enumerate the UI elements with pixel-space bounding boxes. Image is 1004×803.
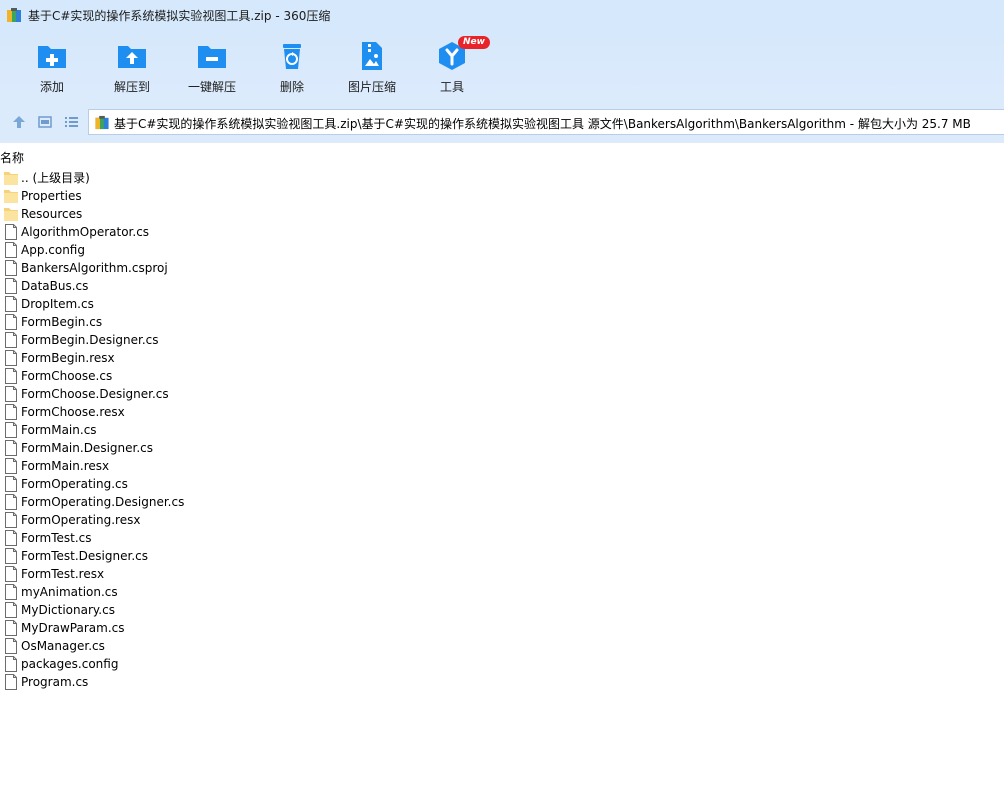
- file-icon: [4, 530, 18, 546]
- add-folder-icon: [38, 46, 66, 68]
- file-name: BankersAlgorithm.csproj: [21, 261, 168, 275]
- file-icon: [4, 260, 18, 276]
- file-icon: [4, 440, 18, 456]
- file-icon: [4, 656, 18, 672]
- window-title: 基于C#实现的操作系统模拟实验视图工具.zip - 360压缩: [28, 9, 331, 23]
- file-name: FormMain.resx: [21, 459, 110, 473]
- file-icon: [4, 422, 18, 438]
- quick-extract-label: 一键解压: [187, 80, 236, 94]
- archive-icon: [95, 115, 109, 130]
- file-name: OsManager.cs: [21, 639, 105, 653]
- title-bar: 基于C#实现的操作系统模拟实验视图工具.zip - 360压缩: [0, 0, 1004, 30]
- extract-to-icon: [118, 46, 146, 68]
- file-name: Program.cs: [21, 675, 89, 689]
- file-name: .. (上级目录): [21, 171, 90, 185]
- up-arrow-icon[interactable]: [11, 114, 27, 130]
- file-name: Properties: [21, 189, 82, 203]
- image-compress-label: 图片压缩: [347, 80, 396, 94]
- file-icon: [4, 584, 18, 600]
- extract-to-button[interactable]: 解压到: [92, 38, 172, 98]
- file-name: FormTest.Designer.cs: [21, 549, 148, 563]
- file-name: FormOperating.Designer.cs: [21, 495, 185, 509]
- file-name: AlgorithmOperator.cs: [21, 225, 150, 239]
- archive-app-icon: [7, 8, 21, 22]
- file-name: DropItem.cs: [21, 297, 94, 311]
- delete-button[interactable]: 删除: [252, 38, 332, 98]
- file-icon: [4, 224, 18, 240]
- add-button[interactable]: 添加: [12, 38, 92, 98]
- new-badge: New: [458, 36, 490, 49]
- image-compress-button[interactable]: 图片压缩: [332, 38, 412, 98]
- extract-to-label: 解压到: [113, 80, 150, 94]
- add-label: 添加: [39, 80, 64, 94]
- column-header-name[interactable]: 名称: [0, 149, 24, 166]
- file-name: DataBus.cs: [21, 279, 89, 293]
- file-icon: [4, 458, 18, 474]
- path-field[interactable]: 基于C#实现的操作系统模拟实验视图工具.zip\基于C#实现的操作系统模拟实验视…: [88, 109, 1004, 135]
- file-icon: [4, 314, 18, 330]
- folder-icon: [4, 170, 18, 186]
- file-name: MyDrawParam.cs: [21, 621, 125, 635]
- quick-extract-icon: [198, 46, 226, 68]
- file-name: FormBegin.resx: [21, 351, 115, 365]
- file-name: FormMain.Designer.cs: [21, 441, 153, 455]
- file-icon: [4, 548, 18, 564]
- file-icon: [4, 476, 18, 492]
- file-name: FormChoose.resx: [21, 405, 125, 419]
- file-icon: [4, 602, 18, 618]
- file-name: FormBegin.Designer.cs: [21, 333, 159, 347]
- list-view-icon[interactable]: [63, 114, 79, 130]
- quick-extract-button[interactable]: 一键解压: [172, 38, 252, 98]
- tools-label: 工具: [439, 80, 464, 94]
- file-icon: [4, 566, 18, 582]
- file-icon: [4, 242, 18, 258]
- file-name: FormBegin.cs: [21, 315, 103, 329]
- file-name: FormTest.cs: [21, 531, 92, 545]
- file-name: FormChoose.cs: [21, 369, 113, 383]
- file-name: myAnimation.cs: [21, 585, 118, 599]
- file-icon: [4, 386, 18, 402]
- toolbar: 添加 解压到 一键解压 删除 图片压缩 New 工具: [0, 30, 1004, 102]
- file-icon: [4, 512, 18, 528]
- file-icon: [4, 494, 18, 510]
- delete-label: 删除: [279, 80, 304, 94]
- recycle-bin-icon: [283, 44, 301, 69]
- file-name: FormOperating.cs: [21, 477, 128, 491]
- path-text: 基于C#实现的操作系统模拟实验视图工具.zip\基于C#实现的操作系统模拟实验视…: [114, 117, 971, 131]
- file-icon: [4, 368, 18, 384]
- file-icon: [4, 674, 18, 690]
- file-name: FormMain.cs: [21, 423, 97, 437]
- folder-icon: [4, 188, 18, 204]
- file-icon: [4, 620, 18, 636]
- tools-button[interactable]: New 工具: [412, 36, 492, 98]
- file-name: FormOperating.resx: [21, 513, 141, 527]
- file-name: FormChoose.Designer.cs: [21, 387, 169, 401]
- file-icon: [4, 350, 18, 366]
- file-name: MyDictionary.cs: [21, 603, 115, 617]
- address-bar: 基于C#实现的操作系统模拟实验视图工具.zip\基于C#实现的操作系统模拟实验视…: [0, 102, 1004, 142]
- file-icon: [4, 404, 18, 420]
- folder-icon: [4, 206, 18, 222]
- file-list-pane: 名称 .. (上级目录) Properties Resources Algorithm…: [0, 142, 1004, 803]
- image-compress-icon: [362, 42, 382, 70]
- file-name: Resources: [21, 207, 83, 221]
- file-icon: [4, 332, 18, 348]
- thumbnail-view-icon[interactable]: [37, 114, 53, 130]
- file-icon: [4, 638, 18, 654]
- file-icon: [4, 278, 18, 294]
- file-name: FormTest.resx: [21, 567, 105, 581]
- file-name: App.config: [21, 243, 85, 257]
- file-name: packages.config: [21, 657, 119, 671]
- file-icon: [4, 296, 18, 312]
